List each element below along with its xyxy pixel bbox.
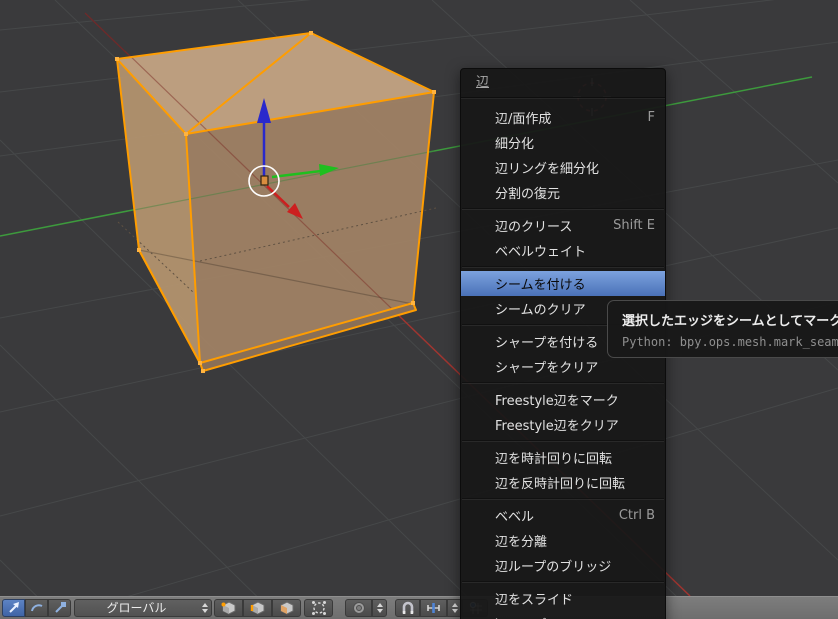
proportional-spinner[interactable] [372, 599, 387, 617]
menu-item-edge-crease[interactable]: 辺のクリース Shift E [461, 213, 665, 238]
proportional-edit-button[interactable] [345, 599, 372, 617]
menu-item-bevel-weight[interactable]: ベベルウェイト [461, 238, 665, 263]
menu-item-rotate-edge-ccw[interactable]: 辺を反時計回りに回転 [461, 470, 665, 495]
cube-face-right[interactable] [186, 92, 434, 363]
vertex-mode-cube-icon [221, 601, 235, 615]
rotate-arc-icon [30, 604, 42, 612]
menu-separator [462, 266, 664, 268]
translate-manipulator-button[interactable] [2, 599, 25, 617]
orientation-dropdown[interactable]: グローバル [74, 599, 212, 617]
orientation-spinner[interactable] [198, 603, 211, 613]
pivot-point [260, 175, 269, 186]
proportional-circle-icon [352, 602, 365, 614]
menu-separator [462, 581, 664, 583]
tooltip-description: 選択したエッジをシームとしてマーク [622, 314, 838, 329]
scale-manipulator-button[interactable] [48, 599, 71, 617]
menu-item-unsubdivide[interactable]: 分割の復元 [461, 180, 665, 205]
magnet-icon [402, 601, 413, 614]
limit-selection-button[interactable] [304, 599, 333, 617]
cube[interactable] [115, 31, 437, 373]
edge-select-button[interactable] [243, 599, 272, 617]
menu-item-clear-freestyle-edge[interactable]: Freestyle辺をクリア [461, 412, 665, 437]
blender-window: グローバル 辺 辺/面作成 F 細分化 辺リングを細分化 分割の復元 辺のクリー… [0, 0, 838, 619]
face-select-button[interactable] [272, 599, 301, 617]
menu-item-edge-slide[interactable]: 辺をスライド [461, 586, 665, 611]
vertex-select-button[interactable] [214, 599, 243, 617]
menu-item-edge-split[interactable]: 辺を分離 [461, 528, 665, 553]
translate-arrow-icon [8, 602, 19, 613]
menu-item-subdivide-edge-ring[interactable]: 辺リングを細分化 [461, 155, 665, 180]
menu-item-bevel[interactable]: ベベル Ctrl B [461, 503, 665, 528]
viewport-header: グローバル [0, 596, 838, 619]
tooltip-python: Python: bpy.ops.mesh.mark_seam( [622, 335, 838, 349]
menu-item-subdivide[interactable]: 細分化 [461, 130, 665, 155]
occlude-geometry-icon [311, 601, 326, 615]
menu-separator [462, 208, 664, 210]
menu-separator [462, 382, 664, 384]
snap-magnet-button[interactable] [395, 599, 420, 617]
rotate-manipulator-button[interactable] [25, 599, 48, 617]
menu-item-edge-loop[interactable]: 辺ループ [461, 611, 665, 619]
menu-item-mark-seam[interactable]: シームを付ける [461, 271, 665, 296]
menu-item-mark-freestyle-edge[interactable]: Freestyle辺をマーク [461, 387, 665, 412]
menu-item-make-edge-face[interactable]: 辺/面作成 F [461, 105, 665, 130]
snap-element-button[interactable] [420, 599, 447, 617]
menu-separator [462, 440, 664, 442]
face-mode-cube-icon [280, 601, 293, 615]
orientation-value: グローバル [106, 601, 167, 615]
edge-mode-cube-icon [250, 601, 264, 615]
operator-tooltip: 選択したエッジをシームとしてマーク Python: bpy.ops.mesh.m… [607, 300, 838, 358]
menu-item-rotate-edge-cw[interactable]: 辺を時計回りに回転 [461, 445, 665, 470]
menu-item-bridge-edge-loops[interactable]: 辺ループのブリッジ [461, 553, 665, 578]
menu-separator [462, 498, 664, 500]
menu-title: 辺 [461, 69, 665, 98]
snap-increment-icon [426, 603, 440, 613]
scale-icon [54, 602, 66, 613]
